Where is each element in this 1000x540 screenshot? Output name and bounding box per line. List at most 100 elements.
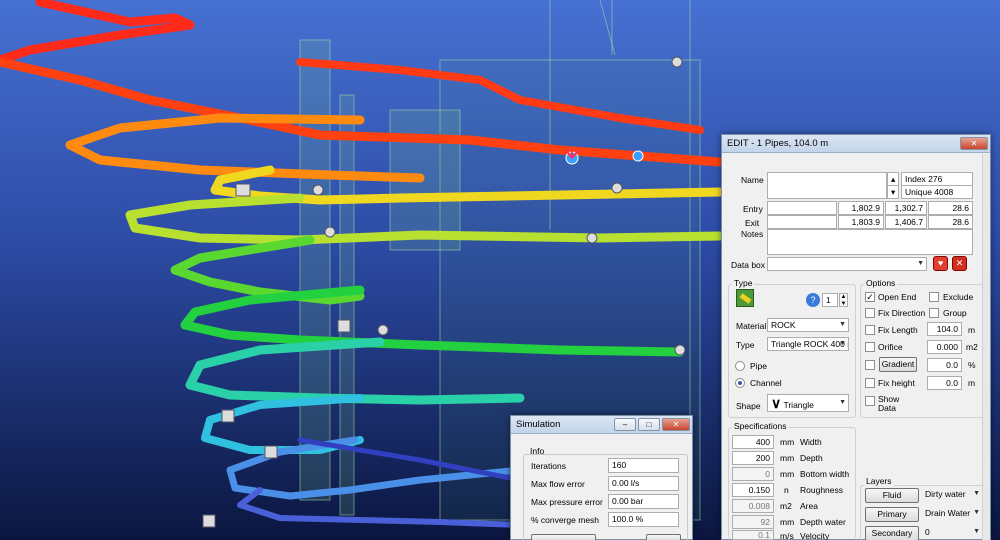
simulation-window-title: Simulation: [516, 419, 561, 430]
spec-roughness-field[interactable]: 0.150: [732, 483, 774, 497]
primary-select[interactable]: Drain Water ▼: [922, 507, 982, 521]
entry-x-field[interactable]: 1,802.9: [838, 201, 884, 215]
max-flow-error-label: Max flow error: [531, 479, 585, 489]
maximize-icon[interactable]: □: [638, 418, 660, 431]
spec-width-label: Width: [800, 437, 822, 447]
close-icon[interactable]: ✕: [960, 137, 988, 150]
spec-velocity-label: Velocity: [800, 531, 830, 540]
spec-bottom-width-label: Bottom width: [800, 469, 850, 479]
fix-height-checkbox[interactable]: [865, 378, 875, 388]
pipe-radio[interactable]: [735, 361, 745, 371]
simulation-window-titlebar[interactable]: Simulation – □ ✕: [511, 416, 692, 434]
type-value: Triangle ROCK 400 m: [771, 339, 849, 349]
name-scroll-up[interactable]: ▴: [887, 172, 899, 186]
material-select[interactable]: ROCK ▼: [767, 318, 849, 332]
secondary-value: 0: [925, 527, 930, 537]
spec-velocity-unit: m/s: [780, 531, 794, 540]
fix-direction-checkbox[interactable]: [865, 308, 875, 318]
spec-depth-field[interactable]: 200: [732, 451, 774, 465]
fluid-value: Dirty water: [925, 489, 966, 499]
layers-group-title: Layers: [864, 476, 894, 486]
fix-height-field[interactable]: 0.0: [927, 376, 962, 390]
pipe-type-icon[interactable]: [736, 289, 754, 307]
close-icon[interactable]: ✕: [662, 418, 690, 431]
group-checkbox[interactable]: [929, 308, 939, 318]
gradient-button[interactable]: Gradient: [879, 357, 917, 372]
iterations-field: 160: [608, 458, 679, 473]
gradient-field[interactable]: 0.0: [927, 358, 962, 372]
type-label: Type: [736, 340, 755, 350]
shape-select[interactable]: ∨ Triangle ▼: [767, 394, 849, 412]
simulation-action-button-2[interactable]: [646, 534, 681, 540]
spec-velocity-field: 0.1: [732, 530, 774, 540]
fluid-select[interactable]: Dirty water ▼: [922, 488, 982, 502]
spec-area-unit: m2: [780, 501, 792, 511]
type-select[interactable]: Triangle ROCK 400 m ▼: [767, 337, 849, 351]
exit-y-field[interactable]: 1,406.7: [885, 215, 927, 229]
material-label: Material: [736, 321, 767, 331]
orifice-checkbox[interactable]: [865, 342, 875, 352]
entry-z-field[interactable]: 28.6: [928, 201, 973, 215]
converge-mesh-label: % converge mesh: [531, 515, 600, 525]
fix-height-unit: m: [968, 378, 976, 388]
unique-field: Unique 4008: [901, 185, 973, 199]
group-label: Group: [943, 308, 967, 318]
gradient-checkbox[interactable]: [865, 360, 875, 370]
specifications-group-title: Specifications: [732, 421, 789, 431]
options-group-title: Options: [864, 278, 898, 288]
primary-button[interactable]: Primary: [865, 507, 919, 522]
exit-name-field[interactable]: [767, 215, 837, 229]
edit-window: EDIT - 1 Pipes, 104.0 m ✕ Name ▴ ▾ Index…: [721, 134, 991, 540]
edit-window-scrollbar[interactable]: [982, 154, 990, 540]
open-end-checkbox[interactable]: ✓: [865, 292, 875, 302]
spec-depth-water-field: 92: [732, 515, 774, 529]
fix-length-field[interactable]: 104.0: [927, 322, 962, 336]
secondary-select[interactable]: 0 ▼: [922, 526, 982, 540]
help-icon[interactable]: ?: [806, 293, 820, 307]
type-spinner[interactable]: 1: [822, 293, 838, 307]
exclude-label: Exclude: [943, 292, 974, 302]
exit-z-field[interactable]: 28.6: [928, 215, 973, 229]
notes-field[interactable]: [767, 229, 973, 255]
material-value: ROCK: [771, 320, 796, 330]
exit-label: Exit: [745, 218, 760, 228]
spec-depth-unit: mm: [780, 453, 795, 463]
heart-icon[interactable]: ♥: [933, 256, 948, 271]
notes-label: Notes: [741, 229, 764, 239]
iterations-label: Iterations: [531, 461, 566, 471]
databox-select[interactable]: ▼: [767, 257, 927, 271]
entry-label: Entry: [743, 204, 763, 214]
show-data-checkbox[interactable]: [865, 396, 875, 406]
simulation-action-button-1[interactable]: [531, 534, 596, 540]
databox-label: Data box: [731, 260, 766, 270]
orifice-field[interactable]: 0.000: [927, 340, 962, 354]
secondary-button[interactable]: Secondary: [865, 526, 919, 540]
delete-icon[interactable]: ✕: [952, 256, 967, 271]
shape-label: Shape: [736, 401, 761, 411]
type-group-title: Type: [732, 278, 755, 288]
channel-radio[interactable]: [735, 378, 745, 388]
fix-direction-label: Fix Direction: [878, 308, 926, 318]
name-field[interactable]: [767, 172, 887, 199]
minimize-icon[interactable]: –: [614, 418, 636, 431]
spec-width-field[interactable]: 400: [732, 435, 774, 449]
exclude-checkbox[interactable]: [929, 292, 939, 302]
spinner-arrows[interactable]: ▲ ▼: [839, 293, 848, 307]
spec-area-label: Area: [800, 501, 818, 511]
fix-length-unit: m: [968, 325, 976, 335]
spec-area-field: 0.008: [732, 499, 774, 513]
pipe-radio-label: Pipe: [750, 361, 768, 371]
fluid-button[interactable]: Fluid: [865, 488, 919, 503]
primary-value: Drain Water: [925, 508, 971, 518]
open-end-label: Open End: [878, 292, 917, 302]
orifice-unit: m2: [966, 342, 978, 352]
entry-y-field[interactable]: 1,302.7: [885, 201, 927, 215]
name-scroll-down[interactable]: ▾: [887, 185, 899, 199]
spec-roughness-label: Roughness: [800, 485, 844, 495]
entry-name-field[interactable]: [767, 201, 837, 215]
gradient-unit: %: [968, 360, 976, 370]
max-flow-error-field: 0.00 l/s: [608, 476, 679, 491]
exit-x-field[interactable]: 1,803.9: [838, 215, 884, 229]
edit-window-titlebar[interactable]: EDIT - 1 Pipes, 104.0 m ✕: [722, 135, 990, 153]
fix-length-checkbox[interactable]: [865, 325, 875, 335]
